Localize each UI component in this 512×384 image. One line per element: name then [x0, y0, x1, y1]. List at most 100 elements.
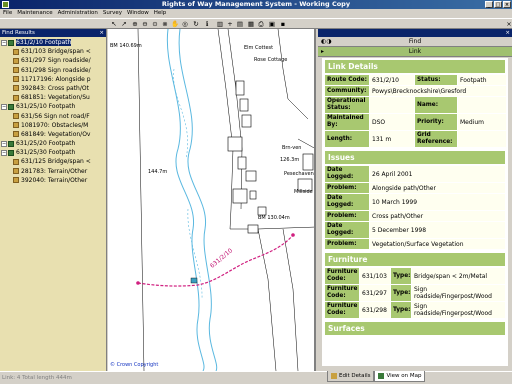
tree-route-item[interactable]: − 631/25/10 Footpath: [0, 102, 106, 111]
menu-survey[interactable]: Survey: [103, 9, 122, 18]
menu-help[interactable]: Help: [154, 9, 167, 18]
tree-child-item[interactable]: 631/297 Sign roadside/: [0, 56, 106, 65]
tree-child-item[interactable]: 681849: Vegetation/Ov: [0, 130, 106, 139]
close-button[interactable]: ×: [503, 1, 511, 8]
tree-route-item[interactable]: − 631/2/10 Footpath: [0, 38, 106, 47]
feature-icon: [13, 131, 19, 138]
app-icon[interactable]: [2, 1, 9, 8]
issue-label: Problem:: [325, 239, 369, 249]
collapse-toggle-icon[interactable]: −: [1, 149, 7, 156]
route-icon: [8, 103, 14, 110]
menu-administration[interactable]: Administration: [58, 9, 98, 18]
select-tool-icon[interactable]: ↗: [120, 20, 128, 28]
properties-icon[interactable]: ▦: [247, 20, 255, 28]
feature-icon: [13, 168, 19, 175]
minimize-button[interactable]: _: [485, 1, 493, 8]
zoom-previous-icon[interactable]: ⊗: [161, 20, 169, 28]
furniture-grid: Furniture Code: 631/103 Type: Bridge/span <…: [325, 268, 505, 318]
add-icon[interactable]: +: [226, 20, 234, 28]
tree-item-label: 392040: Terrain/Other: [21, 176, 88, 184]
feature-icon: [13, 48, 19, 55]
link-icon: ▸: [321, 48, 325, 55]
window-controls: _ □ ×: [485, 1, 511, 8]
priority-label: Priority:: [415, 114, 457, 130]
tab-view-on-map[interactable]: View on Map: [374, 371, 426, 382]
zoom-extent-icon[interactable]: ⊙: [151, 20, 159, 28]
feature-icon: [13, 122, 19, 129]
name-label: Name:: [415, 97, 457, 113]
tree-child-item[interactable]: 631/125 Bridge/span <: [0, 157, 106, 166]
menu-window[interactable]: Window: [127, 9, 149, 18]
refresh-icon[interactable]: ↻: [192, 20, 200, 28]
tab-edit-details[interactable]: Edit Details: [327, 371, 375, 382]
furniture-type-label: Type:: [391, 268, 411, 284]
menu-maintenance[interactable]: Maintenance: [17, 9, 52, 18]
furniture-type-value: Sign roadside/Fingerpost/Wood: [412, 285, 505, 301]
globe-icon: [378, 373, 385, 379]
save-icon[interactable]: ▪: [279, 20, 287, 28]
status-text: Link: 4 Total length 444m: [2, 375, 72, 381]
zoom-in-icon[interactable]: ⊕: [131, 20, 139, 28]
issue-value: Vegetation/Surface Vegetation: [370, 239, 505, 249]
tab-link[interactable]: ▸ Link: [318, 47, 512, 57]
route-end-node[interactable]: [291, 233, 295, 237]
tree-child-item[interactable]: 281783: Terrain/Other: [0, 167, 106, 176]
full-extent-icon[interactable]: ◎: [181, 20, 189, 28]
issue-label: Problem:: [325, 211, 369, 221]
route-icon: [8, 140, 14, 147]
route-icon: [8, 149, 14, 156]
menu-bar: File Maintenance Administration Survey W…: [0, 9, 512, 18]
feature-icon: [13, 158, 19, 165]
legend-icon[interactable]: ▤: [236, 20, 244, 28]
zoom-out-icon[interactable]: ⊖: [141, 20, 149, 28]
community-value: Powys\Brecknockshire\Gresford: [370, 86, 506, 96]
tree-route-item[interactable]: − 631/25/20 Footpath: [0, 139, 106, 148]
collapse-toggle-icon[interactable]: −: [1, 39, 7, 46]
route-code-value: 631/2/10: [370, 75, 414, 85]
priority-value: Medium: [458, 114, 506, 130]
issue-value: 10 March 1999: [370, 194, 505, 210]
issue-label: Date Logged:: [325, 194, 369, 210]
furniture-type-value: Sign roadside/Fingerpost/Wood: [412, 302, 505, 318]
pan-tool-icon[interactable]: ✋: [171, 20, 179, 28]
issue-label: Problem:: [325, 183, 369, 193]
menu-file[interactable]: File: [3, 9, 12, 18]
tree-route-item[interactable]: − 631/25/30 Footpath: [0, 148, 106, 157]
tree-item-label: 11717196: Alongside p: [21, 75, 91, 83]
tree-child-item[interactable]: 631/103 Bridge/span <: [0, 47, 106, 56]
furniture-code-value: 631/298: [360, 302, 390, 318]
tree-child-item[interactable]: 392040: Terrain/Other: [0, 176, 106, 185]
tree-child-item[interactable]: 11717196: Alongside p: [0, 75, 106, 84]
toolbar-close-icon[interactable]: ×: [505, 20, 512, 28]
layers-icon[interactable]: ▥: [216, 20, 224, 28]
tree-item-label: 631/56 Sign not road/F: [21, 112, 90, 120]
issues-heading: Issues: [325, 151, 505, 164]
map-label-bm2: BM 130.04m: [258, 215, 290, 221]
map-view[interactable]: BM 140.69m Elm Cottest Rose Cottage Brn-…: [108, 29, 316, 371]
tree-child-item[interactable]: 631/298 Sign roadside/: [0, 66, 106, 75]
tab-find[interactable]: ◐◑ Find: [318, 37, 512, 47]
print-icon[interactable]: ⎙: [257, 20, 265, 28]
pointer-tool-icon[interactable]: ↖: [110, 20, 118, 28]
tree-child-item[interactable]: 631/56 Sign not road/F: [0, 112, 106, 121]
name-value: [458, 97, 506, 113]
map-label-elm: Elm Cottest: [244, 45, 274, 51]
route-start-node[interactable]: [136, 281, 140, 285]
tree-child-item[interactable]: 392843: Cross path/Ot: [0, 84, 106, 93]
feature-icon: [13, 94, 19, 101]
issue-value: 5 December 1998: [370, 222, 505, 238]
info-icon[interactable]: ℹ: [203, 20, 211, 28]
panel-close-icon[interactable]: ×: [99, 29, 104, 37]
surfaces-heading: Surfaces: [325, 322, 505, 335]
bridge-symbol[interactable]: [190, 277, 198, 284]
grid-reference-label: Grid Reference:: [415, 131, 457, 147]
details-close-icon[interactable]: ×: [505, 29, 510, 37]
tree-child-item[interactable]: 1081970: Obstacles/M: [0, 121, 106, 130]
map-view-icon[interactable]: ▣: [268, 20, 276, 28]
collapse-toggle-icon[interactable]: −: [1, 140, 7, 147]
maximize-button[interactable]: □: [494, 1, 502, 8]
tree-child-item[interactable]: 681851: Vegetation/Su: [0, 93, 106, 102]
feature-icon: [13, 76, 19, 83]
feature-icon: [13, 113, 19, 119]
collapse-toggle-icon[interactable]: −: [1, 103, 7, 110]
